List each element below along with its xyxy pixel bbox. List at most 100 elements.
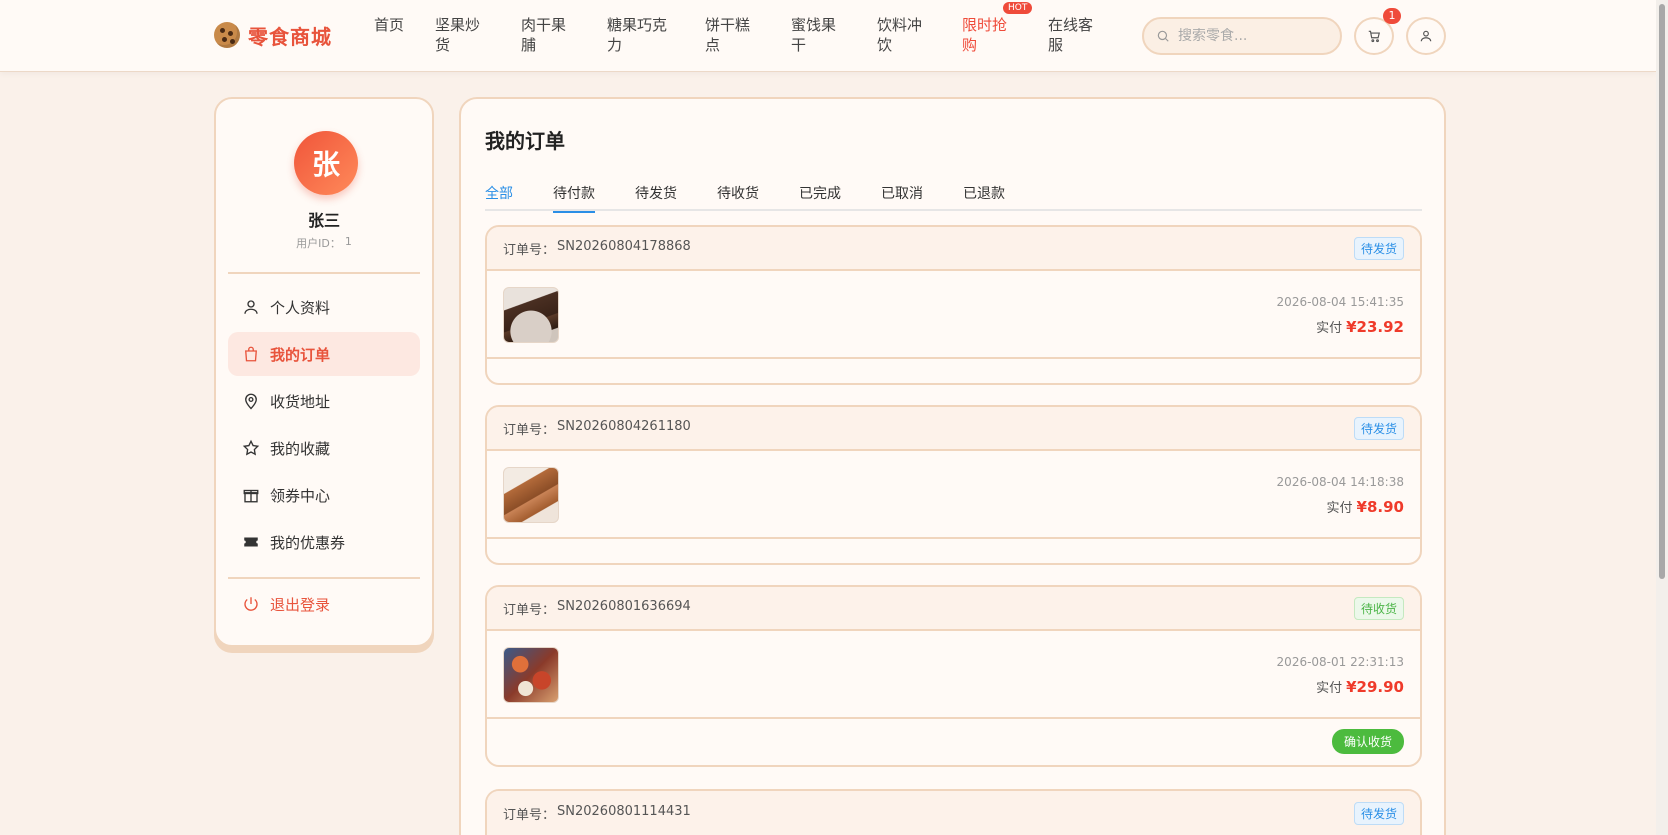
- nav-item-drinks[interactable]: 饮料冲饮: [877, 15, 927, 55]
- order-tabs: 全部 待付款 待发货 待收货 已完成 已取消 已退款: [485, 183, 1422, 213]
- nav-item-jerky[interactable]: 肉干果脯: [521, 15, 571, 55]
- search-input[interactable]: [1178, 28, 1328, 44]
- menu-item-label: 我的收藏: [270, 439, 331, 458]
- order-footer: [487, 359, 1420, 383]
- cart-count-badge: 1: [1383, 8, 1401, 24]
- order-body[interactable]: 2026-08-04 15:41:35 实付 ¥23.92: [487, 271, 1420, 359]
- order-footer: 确认收货: [487, 719, 1420, 765]
- order-number[interactable]: SN20260801114431: [557, 804, 691, 823]
- order-card: 订单号： SN20260804261180 待发货 2026-08-04 14:1…: [485, 405, 1422, 565]
- paid-label: 实付: [1316, 321, 1343, 336]
- tab-completed[interactable]: 已完成: [799, 183, 841, 211]
- tab-pending-receipt[interactable]: 待收货: [717, 183, 759, 211]
- logo[interactable]: 零食商城: [214, 20, 332, 50]
- top-header: 零食商城 首页 坚果炒货 肉干果脯 糖果巧克力 饼干糕点 蜜饯果干 饮料冲饮 限…: [0, 0, 1656, 72]
- tab-pending-payment[interactable]: 待付款: [553, 183, 595, 213]
- order-card: 订单号： SN20260801636694 待收货 2026-08-01 22:3…: [485, 585, 1422, 767]
- order-header: 订单号： SN20260804178868 待发货: [487, 227, 1420, 271]
- order-body[interactable]: 2026-08-01 22:31:13 实付 ¥29.90: [487, 631, 1420, 719]
- nav-item-support[interactable]: 在线客服: [1048, 15, 1098, 55]
- search-box[interactable]: [1142, 17, 1342, 55]
- nav-item-nuts[interactable]: 坚果炒货: [435, 15, 485, 55]
- user-id-label: 用户ID：: [296, 237, 341, 250]
- page-title: 我的订单: [485, 129, 565, 153]
- order-time: 2026-08-04 15:41:35: [1276, 295, 1404, 309]
- cookie-icon: [214, 22, 240, 48]
- menu-item-favorites[interactable]: 我的收藏: [228, 426, 420, 470]
- user-id: 用户ID： 1: [216, 235, 432, 251]
- order-card: 订单号： SN20260804178868 待发货 2026-08-04 15:4…: [485, 225, 1422, 385]
- order-number[interactable]: SN20260801636694: [557, 599, 691, 618]
- hot-badge: HOT: [1003, 2, 1033, 14]
- order-time: 2026-08-04 14:18:38: [1276, 475, 1404, 489]
- order-number-label: 订单号：: [503, 422, 556, 438]
- paid-amount: ¥8.90: [1356, 498, 1404, 516]
- user-button[interactable]: [1406, 17, 1446, 55]
- menu-item-address[interactable]: 收货地址: [228, 379, 420, 423]
- scrollbar-thumb[interactable]: [1659, 4, 1665, 579]
- user-icon: [1420, 30, 1432, 42]
- user-name: 张三: [307, 211, 340, 230]
- order-number-label: 订单号：: [503, 602, 556, 618]
- menu-item-orders[interactable]: 我的订单: [228, 332, 420, 376]
- order-body[interactable]: 2026-08-04 14:18:38 实付 ¥8.90: [487, 451, 1420, 539]
- order-number[interactable]: SN20260804261180: [557, 419, 691, 438]
- order-header: 订单号： SN20260801636694 待收货: [487, 587, 1420, 631]
- menu-item-label: 我的优惠券: [270, 533, 346, 552]
- tab-pending-shipment[interactable]: 待发货: [635, 183, 677, 211]
- tab-cancelled[interactable]: 已取消: [881, 183, 923, 211]
- menu-item-coupon-center[interactable]: 领券中心: [228, 473, 420, 517]
- order-card: 订单号： SN20260801114431 待发货: [485, 789, 1422, 835]
- order-header: 订单号： SN20260804261180 待发货: [487, 407, 1420, 451]
- menu-item-label: 我的订单: [270, 345, 331, 364]
- order-time: 2026-08-01 22:31:13: [1276, 655, 1404, 669]
- menu-item-my-coupons[interactable]: 我的优惠券: [228, 520, 420, 564]
- order-header: 订单号： SN20260801114431 待发货: [487, 791, 1420, 835]
- order-number-label: 订单号：: [503, 807, 556, 823]
- tab-refunded[interactable]: 已退款: [963, 183, 1005, 211]
- user-icon: [244, 300, 258, 314]
- order-footer: [487, 539, 1420, 563]
- menu-item-profile[interactable]: 个人资料: [228, 285, 420, 329]
- nav-item-dried-fruit[interactable]: 蜜饯果干: [791, 15, 841, 55]
- status-badge: 待收货: [1353, 596, 1404, 620]
- avatar: 张: [294, 131, 358, 195]
- paid-amount: ¥29.90: [1346, 678, 1404, 696]
- order-number-label: 订单号：: [503, 242, 556, 258]
- search-icon: [1157, 30, 1169, 42]
- confirm-receipt-button[interactable]: 确认收货: [1331, 729, 1404, 754]
- status-badge: 待发货: [1353, 801, 1404, 825]
- logo-text: 零食商城: [248, 24, 332, 49]
- location-pin-icon: [245, 393, 257, 410]
- paid-label: 实付: [1316, 681, 1343, 696]
- user-id-value: 1: [344, 235, 352, 248]
- tab-all[interactable]: 全部: [485, 183, 513, 211]
- logout-button[interactable]: 退出登录: [228, 582, 420, 626]
- menu-item-label: 个人资料: [270, 298, 331, 317]
- order-number[interactable]: SN20260804178868: [557, 239, 691, 258]
- ticket-icon: [244, 537, 258, 547]
- paid-amount: ¥23.92: [1346, 318, 1404, 336]
- page-scrollbar[interactable]: [1656, 0, 1668, 835]
- paid-label: 实付: [1326, 501, 1353, 516]
- nav-item-home[interactable]: 首页: [374, 15, 426, 35]
- shopping-bag-icon: [245, 346, 257, 362]
- nav-item-biscuits[interactable]: 饼干糕点: [705, 15, 755, 55]
- divider: [228, 272, 420, 274]
- status-badge: 待发货: [1353, 236, 1404, 260]
- product-thumbnail[interactable]: [503, 467, 559, 523]
- product-thumbnail[interactable]: [503, 647, 559, 703]
- user-sidebar: 张 张三 用户ID： 1 个人资料 我的订单 收货地址 我的收藏 领券中心 我的优…: [214, 97, 434, 647]
- orders-panel: 我的订单 全部 待付款 待发货 待收货 已完成 已取消 已退款 订单号： SN20…: [459, 97, 1446, 835]
- gift-icon: [243, 489, 259, 503]
- power-icon: [244, 597, 258, 611]
- logout-label: 退出登录: [270, 595, 331, 614]
- product-thumbnail[interactable]: [503, 287, 559, 343]
- status-badge: 待发货: [1353, 416, 1404, 440]
- star-icon: [242, 439, 260, 456]
- nav-item-candy[interactable]: 糖果巧克力: [607, 15, 671, 55]
- menu-item-label: 收货地址: [270, 392, 331, 411]
- cart-icon: [1368, 30, 1380, 43]
- nav-item-flash-sale[interactable]: 限时抢购: [962, 15, 1012, 55]
- menu-item-label: 领券中心: [270, 486, 331, 505]
